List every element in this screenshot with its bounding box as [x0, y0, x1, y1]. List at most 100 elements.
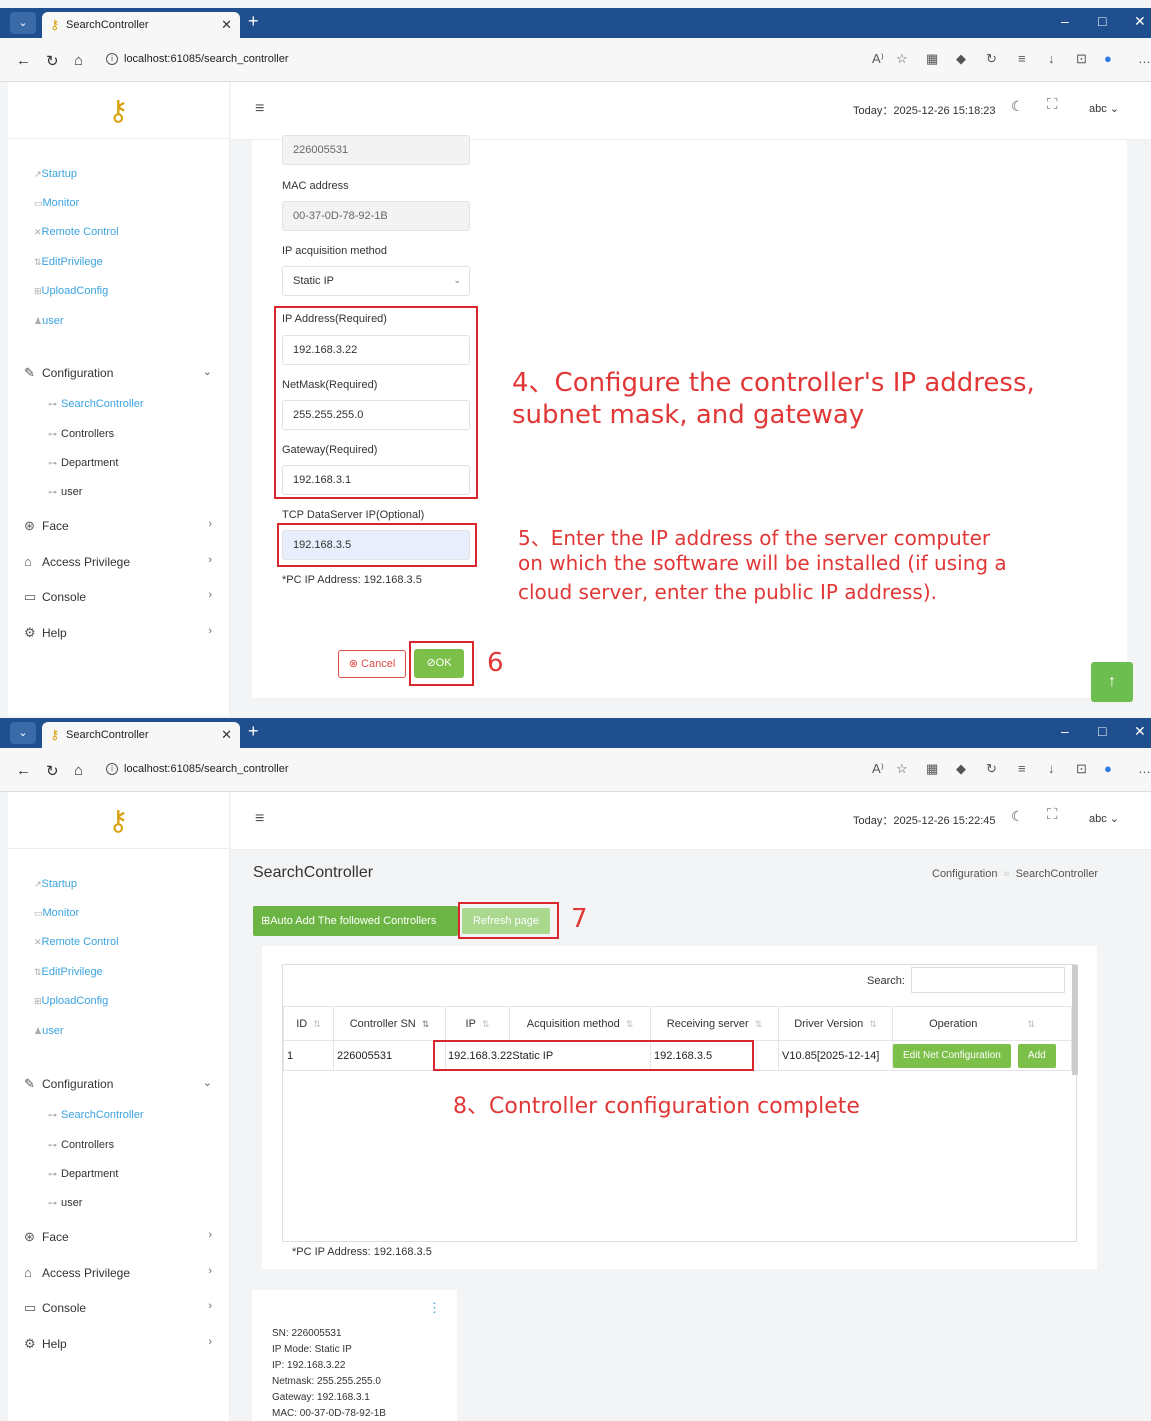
quicklink-remote-control[interactable]: ✕Remote Control — [34, 936, 119, 948]
ok-button[interactable]: ⊘OK — [414, 649, 464, 678]
favorite-icon[interactable]: ☆ — [896, 51, 908, 67]
back-icon[interactable]: ← — [16, 52, 31, 69]
site-info-icon[interactable]: i — [106, 763, 118, 775]
edit-net-config-button[interactable]: Edit Net Configuration — [893, 1043, 1011, 1068]
kebab-menu-icon[interactable]: ⋮ — [428, 1300, 441, 1316]
submenu-department[interactable]: ⊶ Department — [48, 1168, 118, 1180]
new-tab-icon[interactable]: + — [248, 721, 259, 742]
home-icon[interactable]: ⌂ — [74, 52, 83, 69]
menu-access-privilege[interactable]: ⌂ Access Privilege › — [24, 1265, 220, 1280]
more-icon[interactable]: … — [1138, 51, 1151, 66]
refresh-page-button[interactable]: Refresh page — [462, 908, 550, 934]
minimize-icon[interactable]: – — [1061, 13, 1069, 29]
menu-console[interactable]: ▭ Console › — [24, 1300, 220, 1316]
tab-actions-button[interactable]: ⌄ — [10, 722, 36, 744]
col-driver-version[interactable]: Driver Version ⇅ — [778, 1006, 893, 1041]
quicklink-startup[interactable]: ↗Startup — [34, 168, 77, 180]
site-info-icon[interactable]: i — [106, 53, 118, 65]
refresh-ext-icon[interactable]: ↻ — [986, 51, 997, 67]
copilot-icon[interactable]: ● — [1104, 51, 1112, 66]
close-window-icon[interactable]: ✕ — [1134, 13, 1146, 30]
col-acquisition[interactable]: Acquisition method ⇅ — [509, 1006, 651, 1041]
favorites-list-icon[interactable]: ≡ — [1018, 51, 1026, 66]
quicklink-uploadconfig[interactable]: ⊞UploadConfig — [34, 285, 108, 297]
home-icon[interactable]: ⌂ — [74, 762, 83, 779]
cancel-button[interactable]: ⊗ Cancel — [338, 650, 406, 678]
menu-toggle-icon[interactable]: ≡ — [255, 810, 264, 828]
table-scrollbar[interactable] — [1072, 965, 1078, 1075]
dark-mode-icon[interactable]: ☾ — [1011, 98, 1024, 115]
tab-actions-button[interactable]: ⌄ — [10, 12, 36, 34]
quicklink-monitor[interactable]: ▭Monitor — [34, 197, 79, 209]
col-operation[interactable]: Operation ⇅ — [892, 1006, 1072, 1041]
new-tab-icon[interactable]: + — [248, 11, 259, 32]
extension-icon[interactable]: ◆ — [956, 51, 966, 67]
scroll-to-top-button[interactable]: ↑ — [1091, 662, 1133, 702]
col-sn[interactable]: Controller SN ⇅ — [333, 1006, 446, 1041]
col-id[interactable]: ID ⇅ — [283, 1006, 334, 1041]
quicklink-user[interactable]: ♟user — [34, 1025, 63, 1037]
quicklink-startup[interactable]: ↗Startup — [34, 878, 77, 890]
split-screen-icon[interactable]: ▦ — [926, 51, 938, 67]
menu-toggle-icon[interactable]: ≡ — [255, 100, 264, 118]
reload-icon[interactable]: ↻ — [46, 52, 59, 70]
submenu-controllers[interactable]: ⊶ Controllers — [48, 428, 114, 440]
submenu-controllers[interactable]: ⊶ Controllers — [48, 1139, 114, 1151]
gateway-input[interactable]: 192.168.3.1 — [282, 465, 470, 495]
download-icon[interactable]: ↓ — [1048, 51, 1055, 66]
more-icon[interactable]: … — [1138, 761, 1151, 776]
back-icon[interactable]: ← — [16, 762, 31, 779]
quicklink-editprivilege[interactable]: ⇅EditPrivilege — [34, 256, 103, 268]
close-tab-icon[interactable]: ✕ — [221, 727, 232, 743]
close-window-icon[interactable]: ✕ — [1134, 723, 1146, 740]
col-receiving-server[interactable]: Receiving server ⇅ — [650, 1006, 779, 1041]
menu-face[interactable]: ⊛ Face › — [24, 518, 220, 534]
submenu-searchcontroller[interactable]: ⊶ SearchController — [48, 1109, 144, 1121]
quicklink-uploadconfig[interactable]: ⊞UploadConfig — [34, 995, 108, 1007]
url-input[interactable]: localhost:61085/search_controller — [124, 53, 289, 65]
auto-add-button[interactable]: ⊞Auto Add The followed Controllers — [253, 906, 458, 936]
screenshot-icon[interactable]: ⊡ — [1076, 761, 1087, 777]
read-aloud-icon[interactable]: A⁾ — [872, 51, 884, 67]
menu-console[interactable]: ▭ Console › — [24, 589, 220, 605]
close-tab-icon[interactable]: ✕ — [221, 17, 232, 33]
download-icon[interactable]: ↓ — [1048, 761, 1055, 776]
dark-mode-icon[interactable]: ☾ — [1011, 808, 1024, 825]
quicklink-user[interactable]: ♟user — [34, 315, 63, 327]
col-ip[interactable]: IP ⇅ — [445, 1006, 510, 1041]
screenshot-icon[interactable]: ⊡ — [1076, 51, 1087, 67]
menu-access-privilege[interactable]: ⌂ Access Privilege › — [24, 554, 220, 569]
submenu-user[interactable]: ⊶ user — [48, 1197, 82, 1209]
search-input[interactable] — [911, 967, 1065, 993]
split-screen-icon[interactable]: ▦ — [926, 761, 938, 777]
maximize-icon[interactable]: □ — [1098, 723, 1106, 739]
favorites-list-icon[interactable]: ≡ — [1018, 761, 1026, 776]
submenu-department[interactable]: ⊶ Department — [48, 457, 118, 469]
menu-configuration[interactable]: ✎ Configuration ⌄ — [24, 365, 220, 381]
copilot-icon[interactable]: ● — [1104, 761, 1112, 776]
ip-method-select[interactable]: Static IP ⌄ — [282, 266, 470, 296]
breadcrumb-configuration[interactable]: Configuration — [932, 868, 997, 880]
maximize-icon[interactable]: □ — [1098, 13, 1106, 29]
fullscreen-icon[interactable]: ⛶ — [1047, 96, 1058, 113]
minimize-icon[interactable]: – — [1061, 723, 1069, 739]
extension-icon[interactable]: ◆ — [956, 761, 966, 777]
menu-help[interactable]: ⚙ Help › — [24, 625, 220, 641]
submenu-searchcontroller[interactable]: ⊶ SearchController — [48, 398, 144, 410]
favorite-icon[interactable]: ☆ — [896, 761, 908, 777]
quicklink-editprivilege[interactable]: ⇅EditPrivilege — [34, 966, 103, 978]
user-menu[interactable]: abc ⌄ — [1089, 102, 1119, 115]
menu-configuration[interactable]: ✎ Configuration ⌄ — [24, 1076, 220, 1092]
fullscreen-icon[interactable]: ⛶ — [1047, 806, 1058, 823]
ip-input[interactable]: 192.168.3.22 — [282, 335, 470, 365]
browser-tab[interactable]: ⚷ SearchController ✕ — [42, 12, 240, 38]
browser-tab[interactable]: ⚷ SearchController ✕ — [42, 722, 240, 748]
submenu-user[interactable]: ⊶ user — [48, 486, 82, 498]
reload-icon[interactable]: ↻ — [46, 762, 59, 780]
tcp-server-input[interactable]: 192.168.3.5 — [282, 530, 470, 560]
refresh-ext-icon[interactable]: ↻ — [986, 761, 997, 777]
url-input[interactable]: localhost:61085/search_controller — [124, 763, 289, 775]
read-aloud-icon[interactable]: A⁾ — [872, 761, 884, 777]
quicklink-remote-control[interactable]: ✕Remote Control — [34, 226, 119, 238]
quicklink-monitor[interactable]: ▭Monitor — [34, 907, 79, 919]
